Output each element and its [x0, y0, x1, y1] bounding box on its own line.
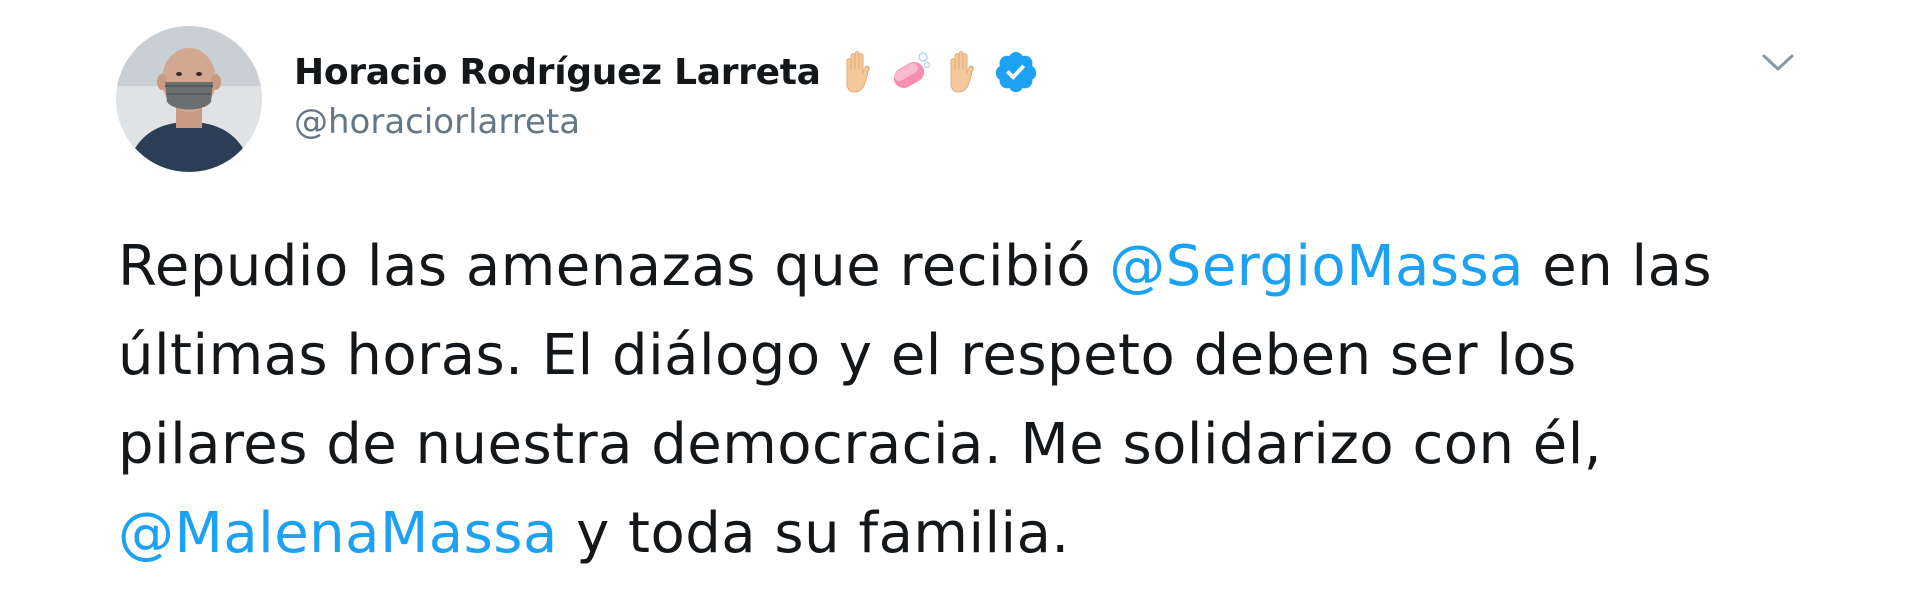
- name-row: Horacio Rodríguez Larreta: [294, 46, 1039, 98]
- tweet-card: Horacio Rodríguez Larreta @horaciorlarre…: [0, 0, 1920, 596]
- verified-badge-icon: [993, 49, 1039, 95]
- user-handle[interactable]: @horaciorlarreta: [294, 102, 1039, 142]
- tweet-text-line: @MalenaMassa y toda su familia.: [118, 489, 1838, 578]
- author-block: Horacio Rodríguez Larreta @horaciorlarre…: [294, 46, 1039, 142]
- avatar-photo: [116, 26, 262, 172]
- display-name[interactable]: Horacio Rodríguez Larreta: [294, 52, 821, 93]
- text-segment: Repudio las amenazas que recibió: [118, 234, 1110, 299]
- text-segment: y toda su familia.: [557, 501, 1070, 566]
- tweet-text-line: Repudio las amenazas que recibió @Sergio…: [118, 222, 1838, 311]
- avatar[interactable]: [116, 26, 262, 172]
- soap-icon: [887, 49, 933, 95]
- raised-hand-icon: [835, 49, 881, 95]
- raised-hand-icon: [939, 49, 985, 95]
- tweet-text-line: últimas horas. El diálogo y el respeto d…: [118, 311, 1838, 400]
- text-segment: pilares de nuestra democracia. Me solida…: [118, 412, 1603, 477]
- text-segment: en las: [1524, 234, 1713, 299]
- mention-link[interactable]: @MalenaMassa: [118, 501, 558, 566]
- tweet-menu-button[interactable]: [1756, 44, 1800, 80]
- tweet-text-line: pilares de nuestra democracia. Me solida…: [118, 400, 1838, 489]
- chevron-down-icon: [1762, 54, 1794, 71]
- text-segment: últimas horas. El diálogo y el respeto d…: [118, 323, 1577, 388]
- tweet-text: Repudio las amenazas que recibió @Sergio…: [118, 222, 1838, 578]
- mention-link[interactable]: @SergioMassa: [1109, 234, 1524, 299]
